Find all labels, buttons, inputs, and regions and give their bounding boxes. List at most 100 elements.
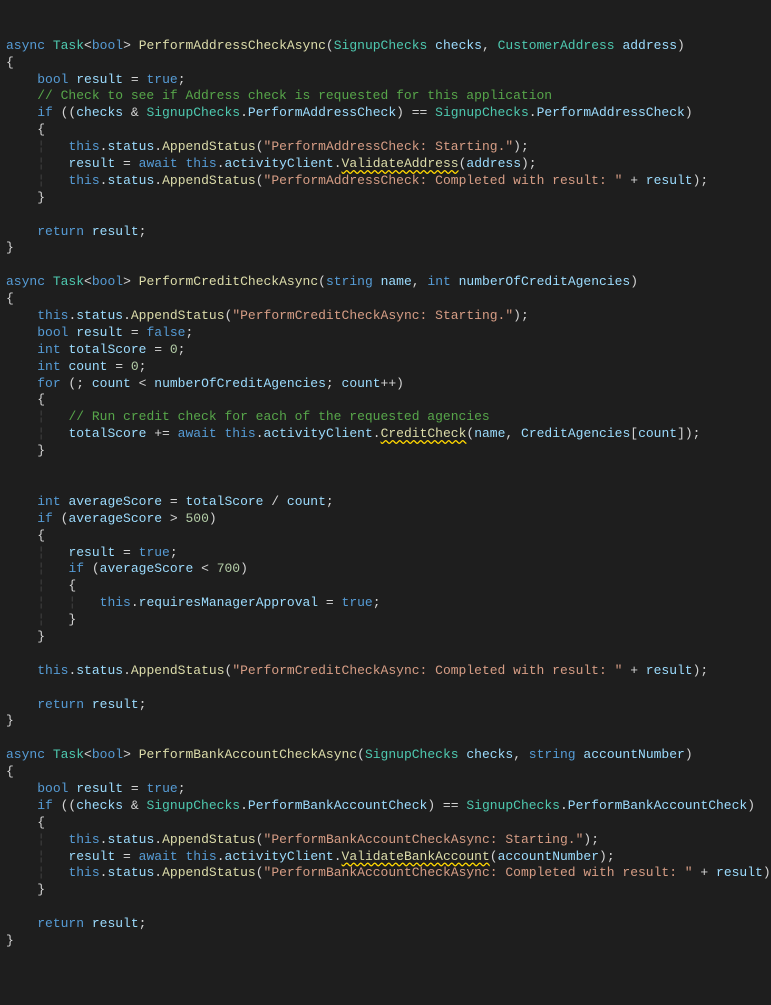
kw-int: int bbox=[37, 359, 60, 374]
call-warn: ValidateAddress bbox=[342, 156, 459, 171]
kw-if: if bbox=[68, 561, 84, 576]
type: SignupChecks bbox=[435, 105, 529, 120]
kw-if: if bbox=[37, 798, 53, 813]
var: result bbox=[76, 72, 123, 87]
field: status bbox=[107, 832, 154, 847]
field: activityClient bbox=[264, 426, 373, 441]
kw-async: async bbox=[6, 274, 45, 289]
kw-return: return bbox=[37, 916, 84, 931]
var: result bbox=[68, 545, 115, 560]
type: SignupChecks bbox=[365, 747, 459, 762]
arg: address bbox=[466, 156, 521, 171]
var: result bbox=[646, 173, 693, 188]
kw-bool: bool bbox=[37, 325, 68, 340]
var: count bbox=[92, 376, 131, 391]
kw-bool: bool bbox=[37, 781, 68, 796]
lit-true: true bbox=[139, 545, 170, 560]
type-task: Task bbox=[53, 747, 84, 762]
num: 0 bbox=[131, 359, 139, 374]
kw-bool: bool bbox=[92, 38, 123, 53]
kw-async: async bbox=[6, 38, 45, 53]
kw-bool: bool bbox=[92, 274, 123, 289]
var: count bbox=[638, 426, 677, 441]
method-name: PerformBankAccountCheckAsync bbox=[139, 747, 357, 762]
kw-return: return bbox=[37, 224, 84, 239]
field: status bbox=[76, 663, 123, 678]
lit-true: true bbox=[342, 595, 373, 610]
type: string bbox=[529, 747, 576, 762]
kw-async: async bbox=[6, 747, 45, 762]
kw-this: this bbox=[37, 308, 68, 323]
type-task: Task bbox=[53, 38, 84, 53]
var: result bbox=[646, 663, 693, 678]
var: result bbox=[76, 781, 123, 796]
var: totalScore bbox=[68, 426, 146, 441]
call: AppendStatus bbox=[162, 173, 256, 188]
var: averageScore bbox=[68, 494, 162, 509]
var: totalScore bbox=[68, 342, 146, 357]
lit-true: true bbox=[146, 72, 177, 87]
kw-int: int bbox=[37, 494, 60, 509]
var: CreditAgencies bbox=[521, 426, 630, 441]
comment: // Check to see if Address check is requ… bbox=[37, 88, 552, 103]
member: PerformAddressCheck bbox=[537, 105, 685, 120]
field: activityClient bbox=[225, 849, 334, 864]
num: 500 bbox=[185, 511, 208, 526]
var: count bbox=[287, 494, 326, 509]
param: accountNumber bbox=[583, 747, 684, 762]
string: "PerformBankAccountCheckAsync: Completed… bbox=[264, 865, 693, 880]
var: result bbox=[716, 865, 763, 880]
var: result bbox=[68, 156, 115, 171]
kw-this: this bbox=[68, 139, 99, 154]
var: averageScore bbox=[100, 561, 194, 576]
field: status bbox=[107, 865, 154, 880]
type: SignupChecks bbox=[146, 105, 240, 120]
kw-return: return bbox=[37, 697, 84, 712]
var: result bbox=[76, 325, 123, 340]
string: "PerformBankAccountCheckAsync: Starting.… bbox=[264, 832, 584, 847]
arg: name bbox=[474, 426, 505, 441]
type: string bbox=[326, 274, 373, 289]
kw-if: if bbox=[37, 105, 53, 120]
kw-this: this bbox=[185, 156, 216, 171]
call: AppendStatus bbox=[162, 832, 256, 847]
var: checks bbox=[76, 798, 123, 813]
call-warn: ValidateBankAccount bbox=[342, 849, 490, 864]
field: requiresManagerApproval bbox=[139, 595, 318, 610]
type: int bbox=[427, 274, 450, 289]
kw-await: await bbox=[139, 156, 178, 171]
var: result bbox=[92, 916, 139, 931]
arg: accountNumber bbox=[498, 849, 599, 864]
field: status bbox=[107, 139, 154, 154]
type-task: Task bbox=[53, 274, 84, 289]
kw-if: if bbox=[37, 511, 53, 526]
type: SignupChecks bbox=[466, 798, 560, 813]
kw-await: await bbox=[178, 426, 217, 441]
var: count bbox=[342, 376, 381, 391]
kw-this: this bbox=[68, 173, 99, 188]
member: PerformBankAccountCheck bbox=[248, 798, 427, 813]
call: AppendStatus bbox=[131, 308, 225, 323]
lit-true: true bbox=[146, 781, 177, 796]
string: "PerformAddressCheck: Completed with res… bbox=[264, 173, 623, 188]
field: status bbox=[76, 308, 123, 323]
param: numberOfCreditAgencies bbox=[459, 274, 631, 289]
var: checks bbox=[76, 105, 123, 120]
string: "PerformCreditCheckAsync: Completed with… bbox=[232, 663, 622, 678]
kw-this: this bbox=[185, 849, 216, 864]
var: averageScore bbox=[68, 511, 162, 526]
kw-this: this bbox=[37, 663, 68, 678]
kw-this: this bbox=[100, 595, 131, 610]
var: numberOfCreditAgencies bbox=[154, 376, 326, 391]
var: count bbox=[68, 359, 107, 374]
kw-bool: bool bbox=[37, 72, 68, 87]
type: SignupChecks bbox=[334, 38, 428, 53]
num: 700 bbox=[217, 561, 240, 576]
string: "PerformCreditCheckAsync: Starting." bbox=[232, 308, 513, 323]
var: result bbox=[92, 224, 139, 239]
kw-this: this bbox=[68, 865, 99, 880]
var: totalScore bbox=[185, 494, 263, 509]
kw-this: this bbox=[225, 426, 256, 441]
member: PerformBankAccountCheck bbox=[568, 798, 747, 813]
param: checks bbox=[435, 38, 482, 53]
